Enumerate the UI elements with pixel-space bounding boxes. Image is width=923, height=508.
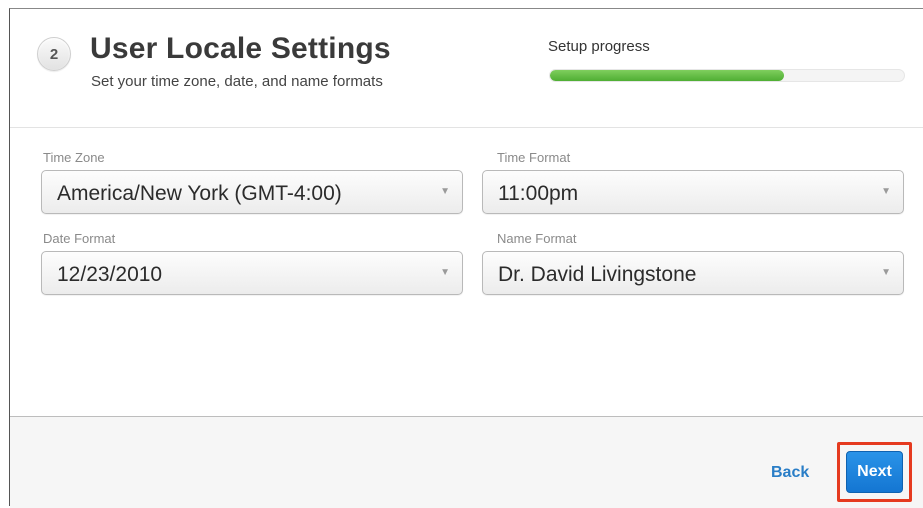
date-format-value: 12/23/2010 (57, 263, 163, 286)
time-format-label: Time Format (497, 150, 571, 165)
next-button-highlight: Next (837, 442, 912, 502)
setup-progress-fill (550, 70, 784, 81)
step-number-badge: 2 (37, 37, 71, 71)
name-format-value: Dr. David Livingstone (498, 263, 697, 286)
chevron-down-icon: ▼ (440, 267, 450, 278)
setup-progress-bar (549, 69, 905, 82)
chevron-down-icon: ▼ (440, 186, 450, 197)
time-zone-select[interactable]: America/New York (GMT-4:00) ▼ (41, 170, 463, 214)
locale-settings-dialog: 2 User Locale Settings Set your time zon… (9, 8, 923, 508)
chevron-down-icon: ▼ (881, 186, 891, 197)
next-button[interactable]: Next (846, 451, 903, 493)
date-format-select[interactable]: 12/23/2010 ▼ (41, 251, 463, 295)
page-title: User Locale Settings (90, 32, 391, 65)
dialog-header: 2 User Locale Settings Set your time zon… (10, 9, 923, 128)
time-zone-label: Time Zone (43, 150, 105, 165)
name-format-label: Name Format (497, 231, 577, 246)
page-subtitle: Set your time zone, date, and name forma… (91, 73, 383, 90)
back-button[interactable]: Back (771, 464, 809, 482)
time-format-select[interactable]: 11:00pm ▼ (482, 170, 904, 214)
dialog-footer: Back Next (10, 416, 923, 508)
name-format-select[interactable]: Dr. David Livingstone ▼ (482, 251, 904, 295)
chevron-down-icon: ▼ (881, 267, 891, 278)
progress-label: Setup progress (548, 38, 650, 55)
date-format-label: Date Format (43, 231, 116, 246)
time-zone-value: America/New York (GMT-4:00) (57, 182, 342, 205)
step-number: 2 (49, 46, 59, 63)
time-format-value: 11:00pm (498, 182, 579, 205)
